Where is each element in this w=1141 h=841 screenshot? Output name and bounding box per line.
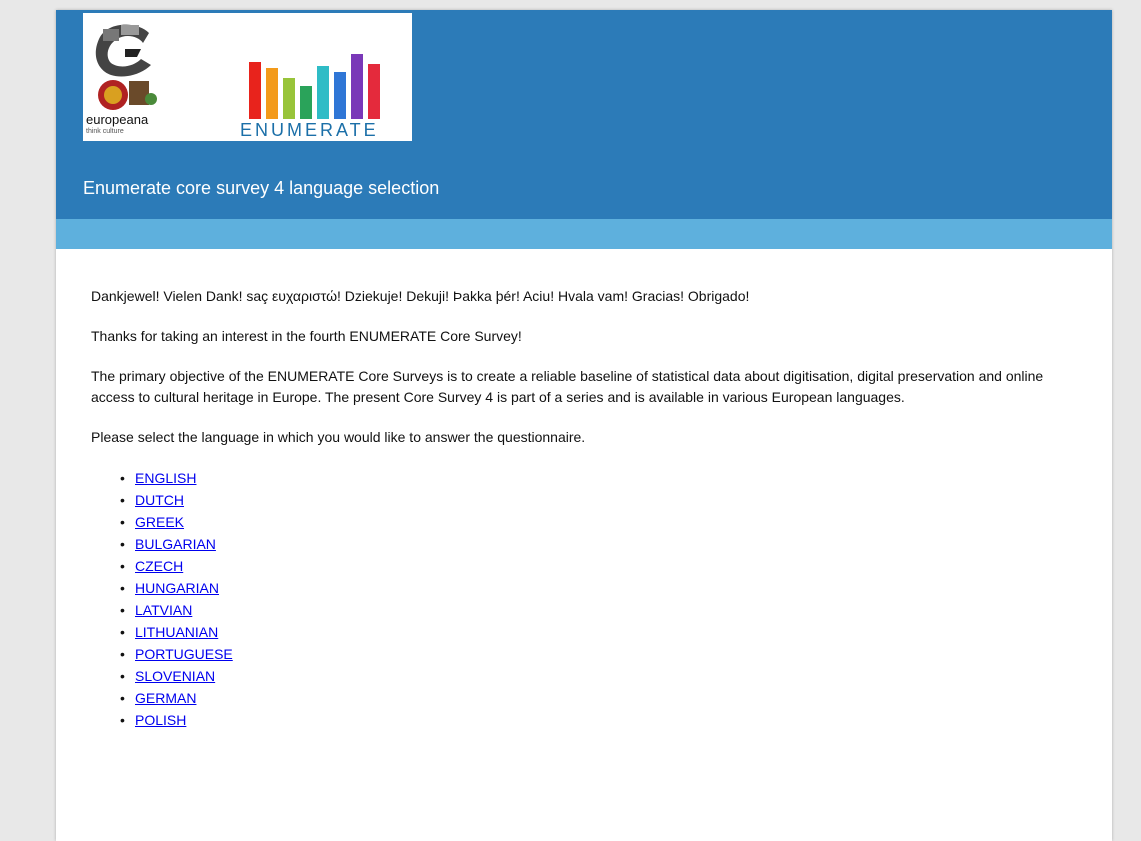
list-item: GERMAN — [120, 687, 1081, 709]
list-item: HUNGARIAN — [120, 577, 1081, 599]
main-content: Dankjewel! Vielen Dank! saç ευχαριστώ! D… — [91, 286, 1081, 731]
enumerate-logo-text: ENUMERATE — [240, 120, 379, 140]
language-link-greek[interactable]: GREEK — [135, 514, 184, 530]
enumerate-bars-icon — [249, 54, 380, 119]
europeana-logo-text: europeana — [86, 112, 149, 127]
list-item: ENGLISH — [120, 467, 1081, 489]
page-title: Enumerate core survey 4 language selecti… — [83, 178, 440, 198]
language-link-latvian[interactable]: LATVIAN — [135, 602, 192, 618]
list-item: LITHUANIAN — [120, 621, 1081, 643]
language-link-english[interactable]: ENGLISH — [135, 470, 196, 486]
language-link-slovenian[interactable]: SLOVENIAN — [135, 668, 215, 684]
list-item: POLISH — [120, 709, 1081, 731]
language-link-german[interactable]: GERMAN — [135, 690, 196, 706]
europeana-tagline: think culture — [86, 128, 124, 135]
language-list: ENGLISH DUTCH GREEK BULGARIAN CZECH HUNG… — [91, 467, 1081, 731]
thanks-multilingual: Dankjewel! Vielen Dank! saç ευχαριστώ! D… — [91, 288, 750, 304]
language-link-dutch[interactable]: DUTCH — [135, 492, 184, 508]
language-link-czech[interactable]: CZECH — [135, 558, 183, 574]
logo-banner: europeana think culture ENUMERATE — [83, 13, 412, 141]
language-link-portuguese[interactable]: PORTUGUESE — [135, 646, 233, 662]
list-item: SLOVENIAN — [120, 665, 1081, 687]
thanks-intro: Thanks for taking an interest in the fou… — [91, 328, 522, 344]
language-link-lithuanian[interactable]: LITHUANIAN — [135, 624, 218, 640]
header: europeana think culture ENUMERATE Enumer… — [56, 10, 1112, 219]
language-link-bulgarian[interactable]: BULGARIAN — [135, 536, 216, 552]
list-item: BULGARIAN — [120, 533, 1081, 555]
list-item: DUTCH — [120, 489, 1081, 511]
language-link-hungarian[interactable]: HUNGARIAN — [135, 580, 219, 596]
list-item: LATVIAN — [120, 599, 1081, 621]
instruction-text: Please select the language in which you … — [91, 429, 586, 445]
list-item: PORTUGUESE — [120, 643, 1081, 665]
language-link-polish[interactable]: POLISH — [135, 712, 186, 728]
list-item: GREEK — [120, 511, 1081, 533]
list-item: CZECH — [120, 555, 1081, 577]
europeana-logo-icon — [95, 24, 157, 110]
page-container: europeana think culture ENUMERATE Enumer… — [56, 10, 1112, 841]
objective-text: The primary objective of the ENUMERATE C… — [91, 368, 1044, 405]
header-subband — [56, 219, 1112, 249]
